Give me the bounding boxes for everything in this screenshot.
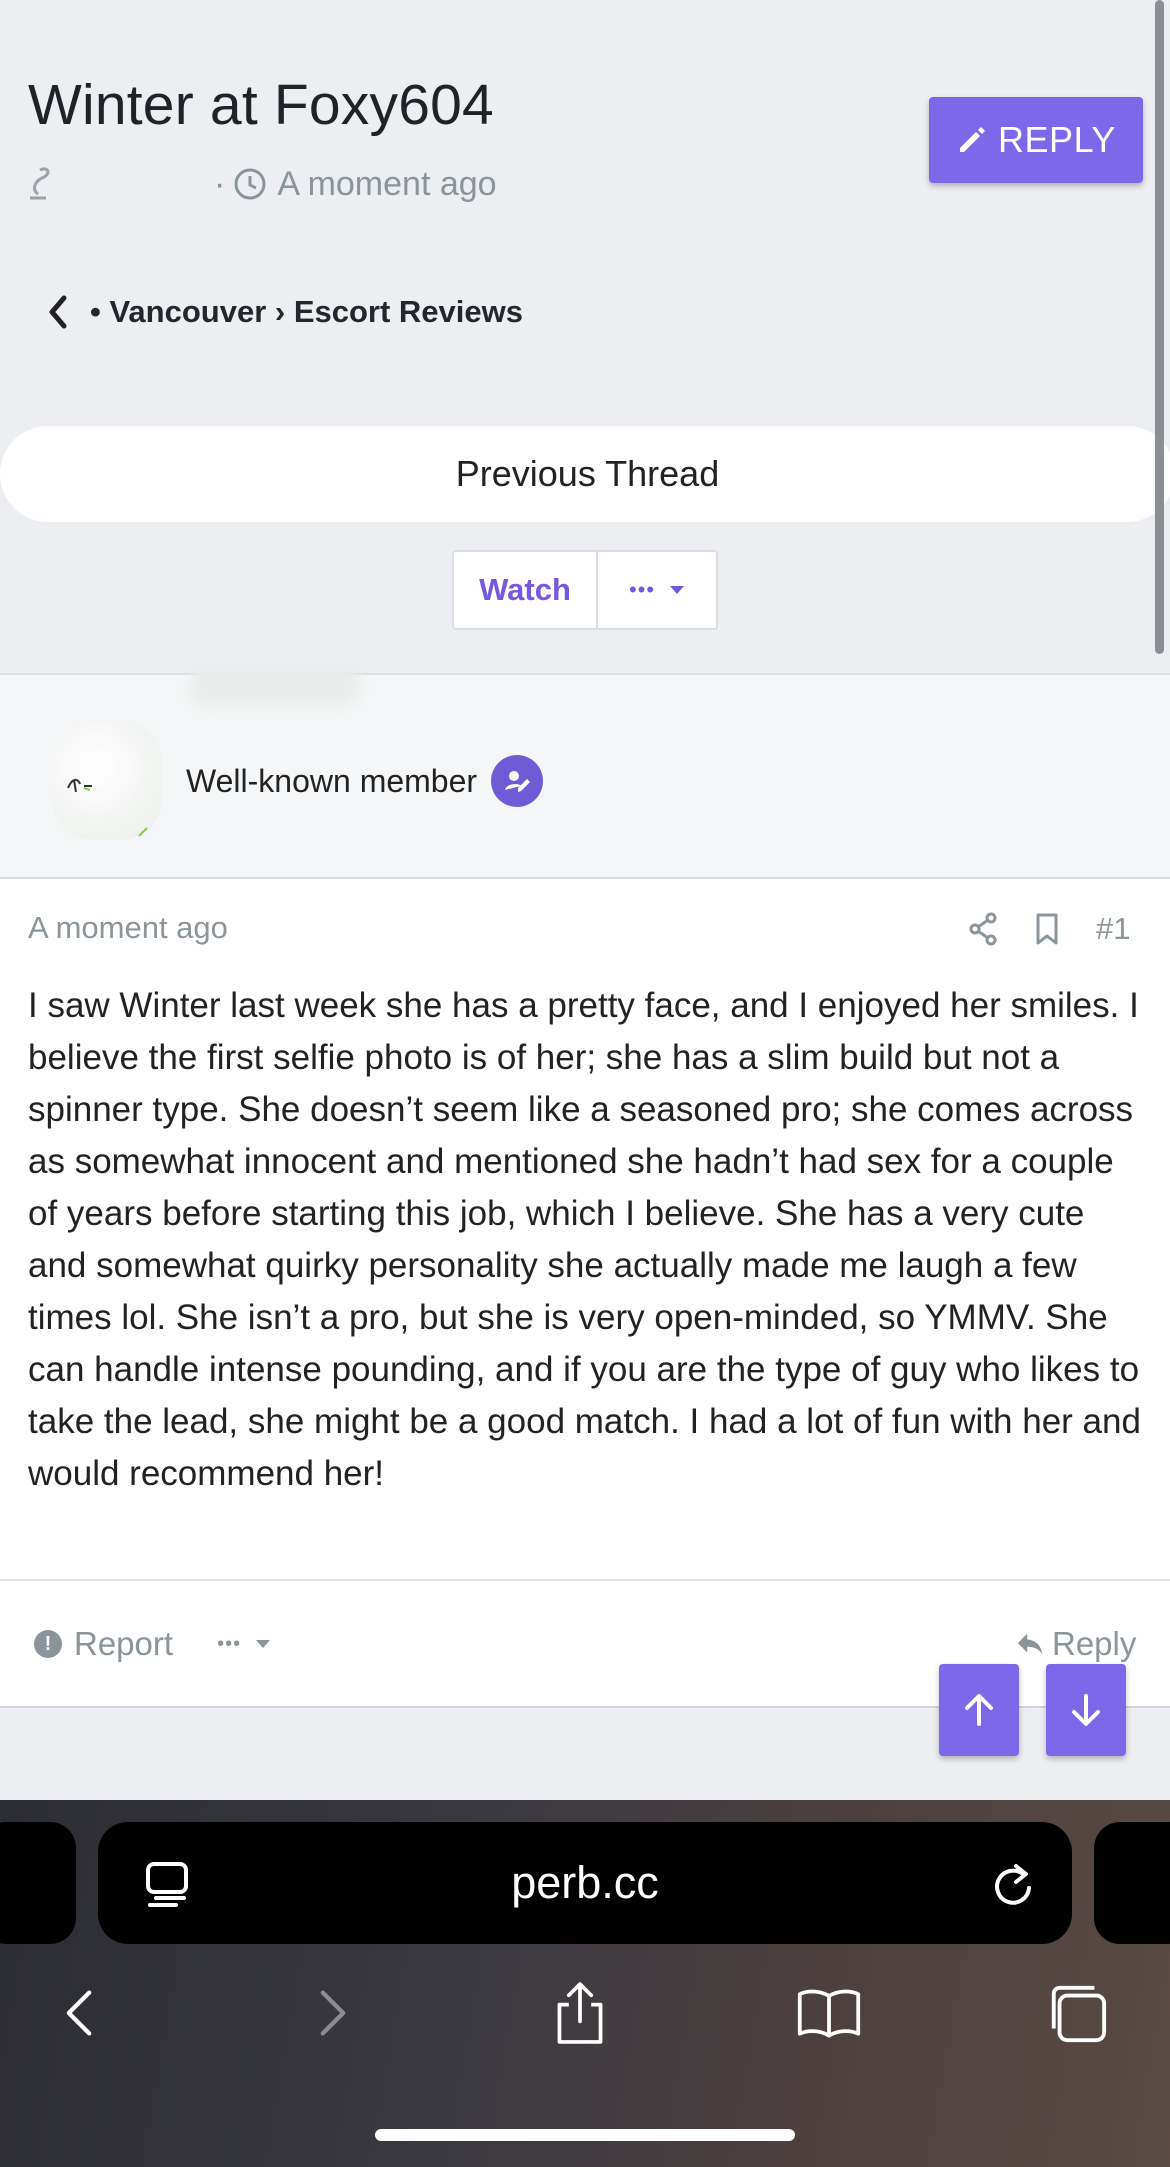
post-more-button[interactable]: ••• [217,1633,271,1656]
arrow-up-icon [965,1694,993,1726]
caret-down-icon [670,586,685,594]
thread-more-button[interactable]: ••• [598,552,716,628]
thread-actions: Watch ••• [452,550,718,630]
report-link[interactable]: Report [74,1625,173,1663]
watch-button[interactable]: Watch [454,552,598,628]
user-edit-icon [505,771,531,792]
home-indicator[interactable] [375,2129,795,2141]
share-sheet-button[interactable] [545,1978,615,2048]
reply-arrow-icon [1017,1633,1043,1655]
verified-member-icon[interactable] [491,755,544,807]
post-text: I saw Winter last week she has a pretty … [28,986,1141,1493]
post-user-block [0,673,1170,879]
user-title: Well-known member [186,762,478,799]
avatar-mark-icon [67,778,92,793]
back-icon [66,1990,92,2036]
forward-button[interactable] [298,1978,368,2048]
previous-tab-preview[interactable] [0,1822,76,1944]
post-actions: #1 [968,907,1130,951]
share-sheet-icon [557,1982,603,2044]
reply-button[interactable]: REPLY [929,97,1143,183]
post-time[interactable]: A moment ago [28,910,228,946]
clock-icon [234,168,266,200]
reply-button-label: REPLY [998,119,1116,160]
post-footer-divider [0,1579,1170,1581]
thread-time[interactable]: A moment ago [277,165,496,204]
previous-thread-label: Previous Thread [455,453,720,494]
arrow-down-icon [1072,1694,1100,1726]
tabs-icon [1051,1985,1107,2043]
more-dots: ••• [628,577,656,602]
scroll-top-button[interactable] [939,1664,1019,1756]
post-more-dots: ••• [217,1632,242,1655]
meta-separator: · [214,164,226,203]
scroll-bottom-button[interactable] [1046,1664,1126,1756]
post-footer-left: ! Report ••• [34,1622,271,1666]
user-title-row: Well-known member [186,754,544,808]
chevron-left-icon[interactable] [44,292,72,332]
next-tab-preview[interactable] [1094,1822,1170,1944]
bookmarks-icon [797,1989,861,2038]
bookmark-icon[interactable] [1032,912,1062,946]
thread-title: Winter at Foxy604 [28,73,494,137]
breadcrumb[interactable]: • Vancouver › Escort Reviews [44,290,523,334]
author-placeholder-icon[interactable] [26,162,56,206]
share-icon[interactable] [968,912,998,946]
warning-icon: ! [34,1630,62,1658]
post-number[interactable]: #1 [1096,911,1130,947]
address-text[interactable]: perb.cc [98,1822,1072,1944]
bookmarks-button[interactable] [794,1978,864,2048]
post-reply-link[interactable]: Reply [1016,1622,1136,1666]
post-reply-label: Reply [1052,1625,1137,1662]
previous-thread-button[interactable]: Previous Thread [0,426,1170,522]
scrollbar[interactable] [1155,0,1164,654]
avatar-accent-icon [138,827,148,837]
reload-icon[interactable] [990,1860,1036,1910]
back-button[interactable] [44,1978,114,2048]
caret-down-icon [256,1640,271,1648]
tabs-button[interactable] [1042,1978,1112,2048]
forward-icon [320,1990,346,2036]
thread-meta: · A moment ago [26,162,497,206]
breadcrumb-text[interactable]: • Vancouver › Escort Reviews [90,294,523,330]
username-blur [190,665,360,705]
pencil-icon [960,127,986,152]
